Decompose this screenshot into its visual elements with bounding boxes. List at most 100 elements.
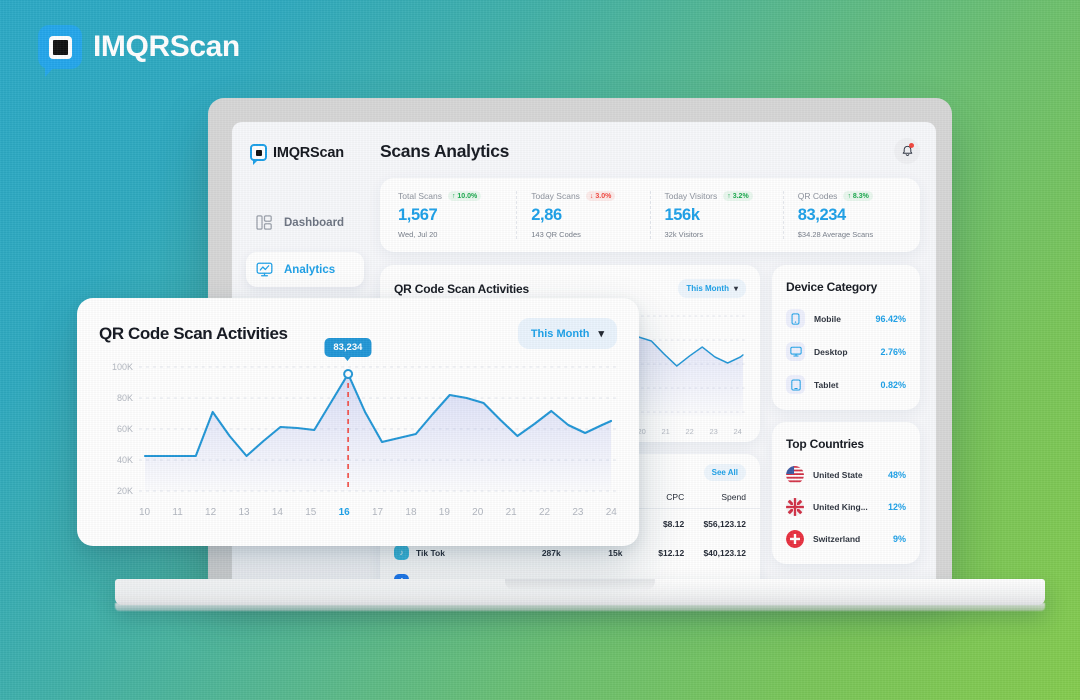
device-label: Desktop xyxy=(814,346,848,357)
x-tick: 18 xyxy=(405,507,417,518)
x-tick: 24 xyxy=(733,427,742,436)
y-axis: 100K 80K 60K 40K 20K xyxy=(99,359,133,496)
flag-uk-icon xyxy=(786,498,804,516)
grid-icon xyxy=(256,215,272,230)
x-tick: 23 xyxy=(709,427,718,436)
channel-name: Tik Tok xyxy=(416,547,445,558)
x-tick: 15 xyxy=(305,507,317,518)
see-all-button[interactable]: See All xyxy=(703,464,746,481)
cell-spend: $56,123.12 xyxy=(703,518,746,529)
x-tick: 13 xyxy=(238,507,250,518)
floating-card-title: QR Code Scan Activities xyxy=(99,323,288,343)
stat-card-today-visitors: Today Visitors ↑ 3.2% 156k 32k Visitors xyxy=(651,191,784,239)
x-tick: 22 xyxy=(685,427,694,436)
notifications-button[interactable] xyxy=(894,138,920,164)
stat-label: QR Codes xyxy=(797,191,838,201)
device-value: 2.76% xyxy=(880,346,906,357)
country-value: 12% xyxy=(887,502,906,512)
stat-value: 1,567 xyxy=(398,206,438,224)
brand-logo: IMQRScan xyxy=(38,25,240,77)
country-row-united-kingdom: United King... 12% xyxy=(772,491,920,523)
sidebar-item-dashboard[interactable]: Dashboard xyxy=(246,205,364,240)
chart-tooltip: 83,234 xyxy=(324,338,372,357)
device-category-card: Device Category Mobile 96.42% Desktop 2.… xyxy=(772,265,920,410)
country-label: United State xyxy=(813,470,863,480)
sidebar-item-label: Dashboard xyxy=(284,216,345,229)
app-logo-label: IMQRScan xyxy=(273,144,344,161)
x-tick: 10 xyxy=(139,507,151,518)
stat-value: 156k xyxy=(664,206,701,224)
chevron-down-icon: ▾ xyxy=(598,328,604,340)
highlight-marker xyxy=(343,369,354,379)
flag-us-icon xyxy=(786,466,804,484)
x-axis: 10 11 12 13 14 15 16 17 18 19 20 21 22 2… xyxy=(139,507,617,518)
qr-speech-bubble-icon xyxy=(250,144,267,165)
laptop-foot xyxy=(115,603,1045,611)
stats-strip: Total Scans ↑ 10.0% 1,567 Wed, Jul 20 To… xyxy=(380,178,920,252)
stat-card-today-scans: Today Scans ↓ 3.0% 2,86 143 QR Codes xyxy=(517,191,651,239)
top-countries-title: Top Countries xyxy=(786,437,864,451)
range-label: This Month xyxy=(530,327,590,340)
area-fill xyxy=(144,374,612,491)
country-row-united-state: United State 48% xyxy=(772,459,920,491)
device-label: Mobile xyxy=(814,313,841,324)
stat-delta: ↑ 3.2% xyxy=(723,191,753,201)
sidebar-item-analytics[interactable]: Analytics xyxy=(246,252,364,287)
x-tick: 17 xyxy=(372,507,384,518)
x-tick: 12 xyxy=(205,507,217,518)
stat-delta: ↑ 10.0% xyxy=(447,191,482,201)
brand-name: IMQRScan xyxy=(93,30,240,63)
mobile-icon xyxy=(786,309,805,328)
x-tick: 23 xyxy=(572,507,584,518)
stat-sub: 143 QR Codes xyxy=(531,230,581,239)
device-category-title: Device Category xyxy=(786,280,878,294)
desktop-icon xyxy=(786,342,805,361)
country-label: Switzerland xyxy=(813,534,861,544)
y-tick: 100K xyxy=(111,362,133,372)
cell-cpc: $12.12 xyxy=(658,547,685,558)
sidebar-item-label: Analytics xyxy=(284,263,336,276)
chart-area: 100K 80K 60K 40K 20K 83,234 10 11 12 13 … xyxy=(99,338,617,524)
stat-card-total-scans: Total Scans ↑ 10.0% 1,567 Wed, Jul 20 xyxy=(384,191,518,239)
cell-scans: 287k xyxy=(541,547,561,558)
device-row-mobile: Mobile 96.42% xyxy=(772,302,920,335)
country-label: United King... xyxy=(813,502,868,512)
qr-speech-bubble-icon xyxy=(38,25,82,77)
laptop-base xyxy=(115,579,1045,605)
tiktok-icon: ♪ xyxy=(394,545,409,560)
stat-label: Total Scans xyxy=(398,191,442,201)
device-row-desktop: Desktop 2.76% xyxy=(772,335,920,368)
tablet-icon xyxy=(786,375,805,394)
x-tick: 22 xyxy=(538,507,551,518)
floating-scan-activities-card: QR Code Scan Activities This Month ▾ 100… xyxy=(77,298,639,546)
bg-range-dropdown[interactable]: This Month ▾ xyxy=(678,279,746,298)
range-dropdown[interactable]: This Month ▾ xyxy=(517,318,617,349)
stat-delta: ↑ 8.3% xyxy=(843,191,873,201)
right-column: Device Category Mobile 96.42% Desktop 2.… xyxy=(772,265,920,564)
stat-label: Today Scans xyxy=(531,191,580,201)
top-countries-card: Top Countries United State 48% United Ki… xyxy=(772,422,920,564)
x-tick: 24 xyxy=(605,507,617,518)
cell-spend: $40,123.12 xyxy=(703,547,746,558)
line-chart-svg xyxy=(139,366,617,492)
stat-sub: $34.28 Average Scans xyxy=(797,230,874,239)
y-tick: 40K xyxy=(116,455,133,465)
bg-range-label: This Month xyxy=(686,284,729,293)
x-tick: 19 xyxy=(438,507,450,518)
app-logo: IMQRScan xyxy=(250,144,364,165)
cell-clicks: 15k xyxy=(608,547,623,558)
x-tick-selected: 16 xyxy=(338,507,350,518)
device-label: Tablet xyxy=(814,379,839,390)
plot: 83,234 xyxy=(139,338,617,493)
country-value: 48% xyxy=(887,470,906,480)
x-tick: 11 xyxy=(172,507,183,518)
x-tick: 20 xyxy=(472,507,484,518)
device-value: 96.42% xyxy=(875,313,906,324)
column-header-spend: Spend xyxy=(721,492,746,502)
x-tick: 21 xyxy=(505,507,517,518)
page-title: Scans Analytics xyxy=(380,140,510,161)
topbar: Scans Analytics xyxy=(380,138,920,164)
y-tick: 80K xyxy=(116,393,133,403)
notification-badge xyxy=(909,143,914,148)
stat-card-qr-codes: QR Codes ↑ 8.3% 83,234 $34.28 Average Sc… xyxy=(784,191,916,239)
